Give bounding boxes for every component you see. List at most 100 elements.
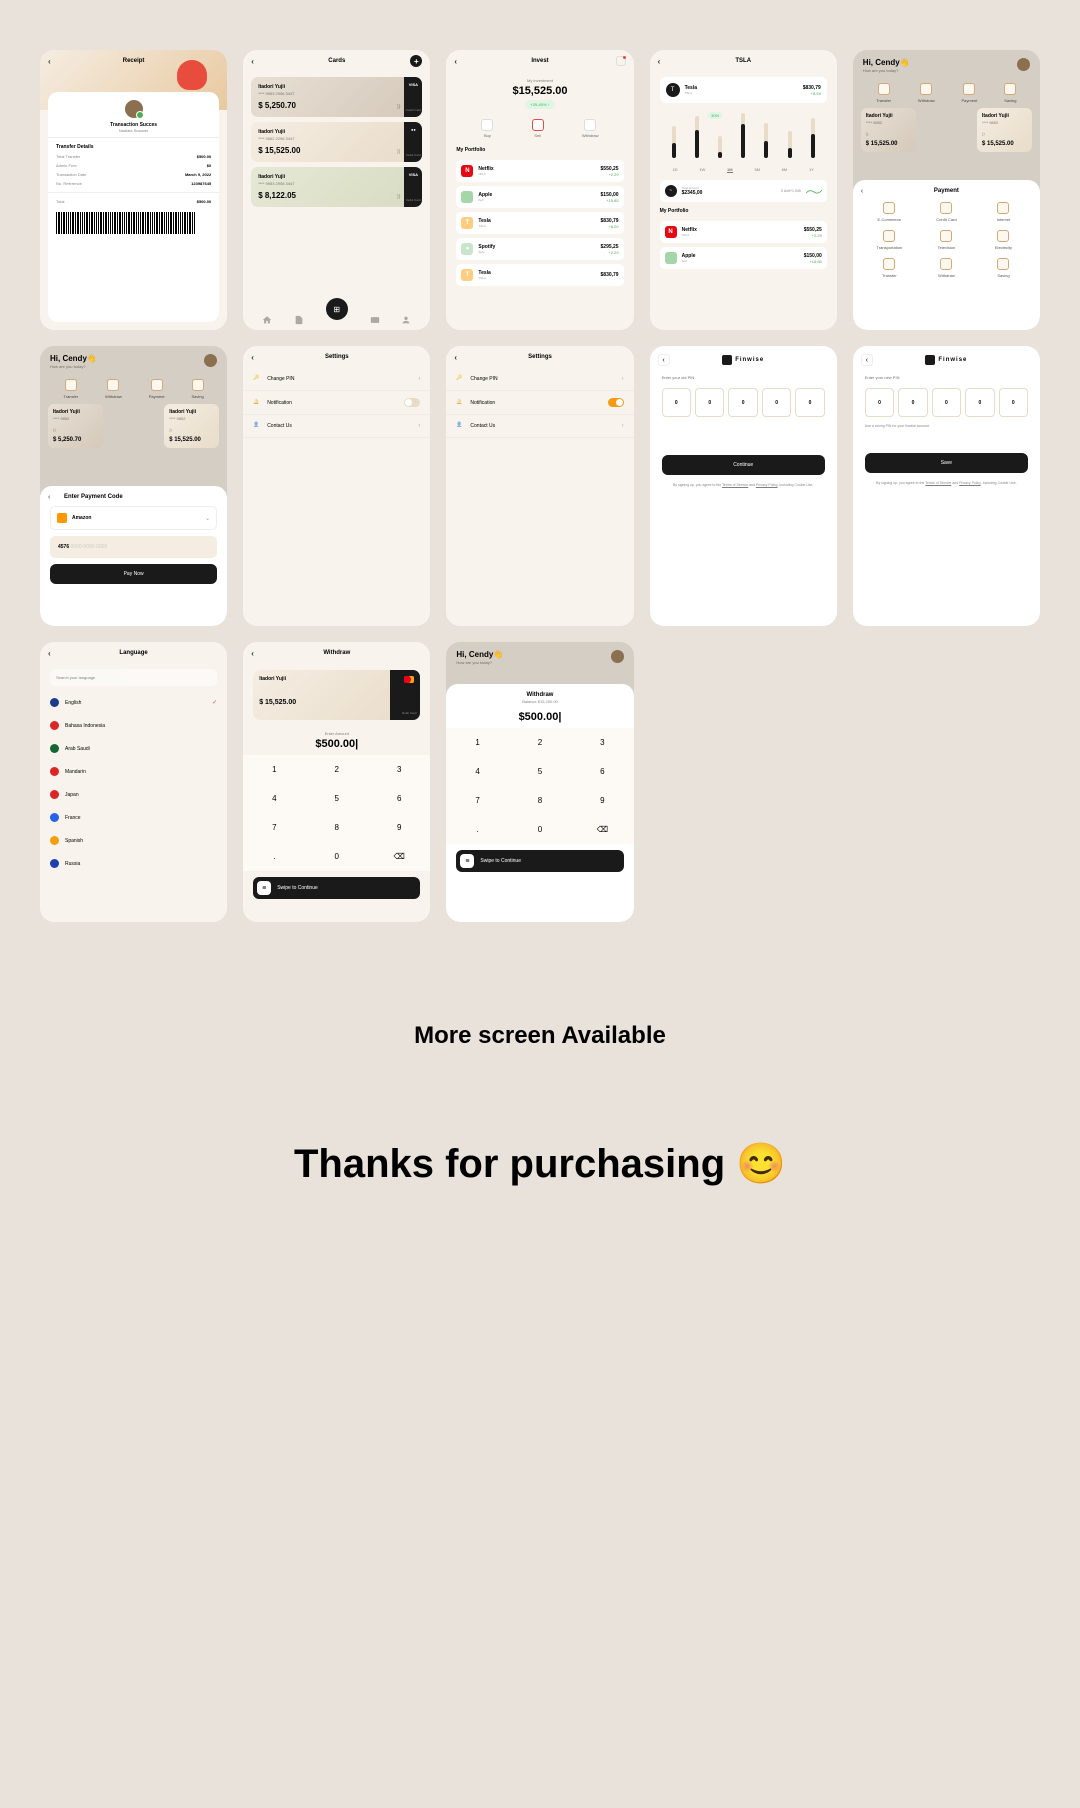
back-icon[interactable]: ‹ [48,494,50,501]
amount-input[interactable]: $500.00| [248,738,425,750]
pin-digit[interactable]: 0 [932,388,961,417]
keypad-key[interactable]: 4 [446,757,508,786]
keypad-key[interactable]: 9 [368,813,430,842]
pin-digit[interactable]: 0 [795,388,824,417]
payment-option[interactable]: Electricity [979,230,1028,250]
pin-digit[interactable]: 0 [865,388,894,417]
time-filter[interactable]: 1W [699,167,705,173]
avatar[interactable] [1017,58,1030,71]
back-icon[interactable]: ‹ [251,649,254,658]
save-button[interactable]: Save [865,453,1028,473]
keypad-key[interactable]: 9 [571,786,633,815]
time-filter[interactable]: 1Y [809,167,814,173]
keypad-key[interactable]: 1 [243,755,305,784]
keypad-key[interactable]: 2 [509,728,571,757]
code-input[interactable]: 4576 0000-0000-0000 [50,536,217,558]
action-transfer[interactable]: Transfer [876,83,891,103]
pin-digit[interactable]: 0 [695,388,724,417]
keypad-key[interactable]: 6 [571,757,633,786]
action-withdraw[interactable]: Withdraw [105,379,122,399]
user-icon[interactable] [401,315,411,325]
back-icon[interactable]: ‹ [48,57,51,66]
continue-button[interactable]: Continue [662,455,825,475]
pin-digit[interactable]: 0 [762,388,791,417]
keypad-key[interactable]: 7 [243,813,305,842]
pin-digit[interactable]: 0 [728,388,757,417]
keypad-key[interactable]: 3 [571,728,633,757]
payment-option[interactable]: Transportation [865,230,914,250]
portfolio-item[interactable]: NNetflixNFLX$550,25+2.29 [456,160,623,182]
card-item[interactable]: Itadori Yujii**** 9953 2906 3447$ 8,122.… [251,167,422,207]
portfolio-item[interactable]: TTeslaTSLA$830,79+8,20 [456,212,623,234]
payment-option[interactable]: Withdraw [922,258,971,278]
keypad-key[interactable]: . [446,815,508,844]
keypad-key[interactable]: 2 [306,755,368,784]
pin-digit[interactable]: 0 [965,388,994,417]
payment-option[interactable]: Credit Card [922,202,971,222]
swipe-button[interactable]: ≡Swipe to Continue [456,850,623,872]
swipe-button[interactable]: ≡Swipe to Continue [253,877,420,899]
invest-action-buy[interactable]: Buy [481,119,493,138]
keypad-key[interactable]: ⌫ [571,815,633,844]
back-icon[interactable]: ‹ [861,188,863,195]
keypad-key[interactable]: 5 [509,757,571,786]
language-item[interactable]: Bahasa Indonesia [40,714,227,737]
action-withdraw[interactable]: Withdraw [918,83,935,103]
back-icon[interactable]: ‹ [861,354,873,366]
language-item[interactable]: Arab Saudi [40,737,227,760]
pin-digit[interactable]: 0 [662,388,691,417]
avatar[interactable] [204,354,217,367]
time-filter[interactable]: 1D [672,167,677,173]
add-button[interactable]: + [410,55,422,67]
bell-icon[interactable] [616,56,626,66]
payment-option[interactable]: Transfer [865,258,914,278]
card-icon[interactable] [370,315,380,325]
keypad-key[interactable]: 0 [306,842,368,871]
back-icon[interactable]: ‹ [48,649,51,658]
card-item[interactable]: Itadori Yujii**** 9953 2906 3447$ 5,250.… [251,77,422,117]
language-item[interactable]: Russia [40,852,227,875]
keypad-key[interactable]: 3 [368,755,430,784]
pin-digit[interactable]: 0 [999,388,1028,417]
portfolio-item[interactable]: NNetflixNFLX$550,25+2.29 [660,221,827,243]
back-icon[interactable]: ‹ [454,57,457,66]
action-payment[interactable]: Payment [149,379,165,399]
keypad-key[interactable]: 0 [509,815,571,844]
portfolio-item[interactable]: AppleApll$150,00+15,85 [456,186,623,208]
action-saving[interactable]: Saving [191,379,203,399]
keypad-key[interactable]: 7 [446,786,508,815]
language-item[interactable]: France [40,806,227,829]
keypad-key[interactable]: 4 [243,784,305,813]
language-item[interactable]: Spanish [40,829,227,852]
portfolio-item[interactable]: ●SpotifySpot$295,25+2.29 [456,238,623,260]
setting-notification[interactable]: 🔔Notification [446,391,633,415]
payment-option[interactable]: Television [922,230,971,250]
card-item[interactable]: Itadori Yujii**** 9662 2296 3447$ 15,525… [251,122,422,162]
action-payment[interactable]: Payment [962,83,978,103]
home-icon[interactable] [262,315,272,325]
back-icon[interactable]: ‹ [658,57,661,66]
portfolio-item[interactable]: AppleApll$150,00+15,85 [660,247,827,269]
setting-changepin[interactable]: 🔑Change PIN› [446,368,633,391]
time-filter[interactable]: 6M [782,167,788,173]
action-saving[interactable]: Saving [1004,83,1016,103]
avatar[interactable] [611,650,624,663]
keypad-key[interactable]: 6 [368,784,430,813]
payment-option[interactable]: Saving [979,258,1028,278]
language-item[interactable]: Mandarin [40,760,227,783]
action-transfer[interactable]: Transfer [63,379,78,399]
doc-icon[interactable] [294,315,304,325]
keypad-key[interactable]: 1 [446,728,508,757]
keypad-key[interactable]: 8 [306,813,368,842]
back-icon[interactable]: ‹ [454,353,457,362]
paynow-button[interactable]: Pay Now [50,564,217,584]
keypad-key[interactable]: 5 [306,784,368,813]
keypad-key[interactable]: ⌫ [368,842,430,871]
back-icon[interactable]: ‹ [251,57,254,66]
toggle[interactable] [404,398,420,407]
time-filter[interactable]: 1M [727,167,733,173]
keypad-key[interactable]: . [243,842,305,871]
keypad-key[interactable]: 8 [509,786,571,815]
language-item[interactable]: English✓ [40,691,227,714]
payment-option[interactable]: E-Commerce [865,202,914,222]
